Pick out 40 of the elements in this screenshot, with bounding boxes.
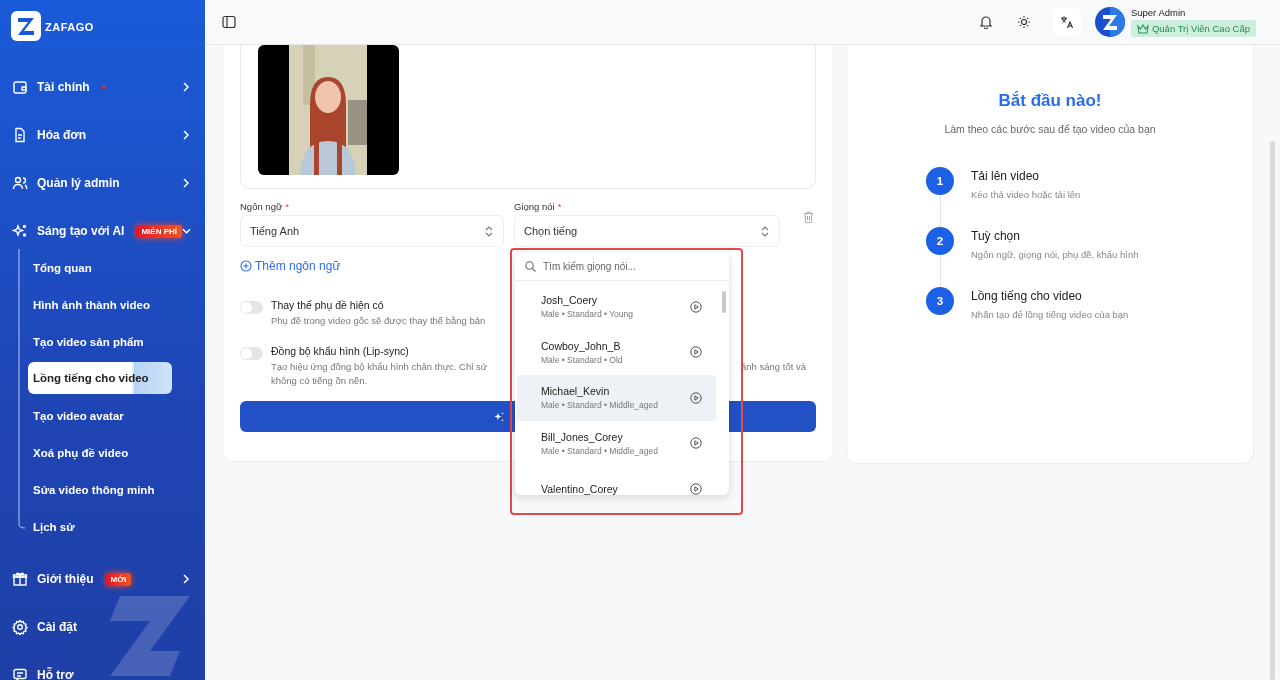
voice-name: Josh_Coery — [541, 294, 599, 307]
toggle-title: Thay thế phụ đề hiện có — [271, 299, 384, 311]
step-title: Tuỳ chọn — [971, 229, 1021, 243]
sidebar-item-label: Cài đặt — [37, 620, 77, 634]
user-name: Super Admin — [1130, 7, 1187, 18]
toggle-description: không có tiếng ồn nền. — [271, 375, 368, 386]
badge: MỚI — [105, 572, 132, 586]
sidebar-item-label: Sáng tạo với AI — [37, 224, 125, 238]
step-description: Ngôn ngữ, giọng nói, phụ đề, khẩu hình — [971, 249, 1139, 260]
voice-details: Male • Standard • Middle_aged — [541, 445, 659, 456]
sidebar-item-label: Hóa đơn — [37, 128, 87, 142]
step-number: 1 — [926, 167, 954, 195]
guide-title: Bắt đầu nào! — [998, 91, 1102, 111]
toggle-description: Phụ đề trong video gốc sẽ được thay thế bằng bản — [271, 315, 486, 326]
brand-name: ZAFAGO — [45, 21, 94, 33]
field-label: Ngôn ngữ — [240, 201, 283, 214]
sidebar-item-label: Giới thiệu — [37, 572, 94, 586]
field-label: Giọng nói — [514, 201, 555, 214]
required-mark: * — [557, 201, 562, 214]
step-description: Kéo thả video hoặc tải lên — [971, 189, 1081, 200]
voice-details: Male • Standard • Middle_aged — [541, 400, 659, 411]
toggle-title: Đồng bộ khẩu hình (Lip-sync) — [271, 345, 409, 357]
voice-name: Michael_Kevin — [541, 385, 611, 398]
toggle-description: Tạo hiệu ứng đồng bộ khẩu hình chân thực. Chỉ sử — [271, 361, 488, 372]
sidebar-item-label: Tài chính — [37, 80, 90, 94]
voice-details: Male • Standard • Old — [541, 354, 624, 365]
required-mark: * — [285, 201, 289, 214]
voice-details: Male • Standard • Young — [541, 309, 634, 320]
role-label: Quản Trị Viên Cao Cấp — [1151, 23, 1250, 34]
voice-name: Cowboy_John_B — [541, 339, 622, 352]
step-title: Lồng tiếng cho video — [971, 289, 1083, 303]
voice-name: Bill_Jones_Corey — [541, 430, 624, 443]
step-number: 3 — [926, 287, 954, 315]
guide-subtitle: Làm theo các bước sau để tạo video của bạn — [944, 123, 1156, 135]
voice-name: Valentino_Corey — [541, 482, 619, 495]
step-title: Tải lên video — [971, 169, 1041, 183]
step-number: 2 — [926, 227, 954, 255]
step-description: Nhấn tạo để lồng tiếng video của bạn — [971, 309, 1129, 320]
badge: MIỄN PHÍ — [136, 224, 182, 238]
sidebar-item-label: Quản lý admin — [37, 176, 120, 190]
